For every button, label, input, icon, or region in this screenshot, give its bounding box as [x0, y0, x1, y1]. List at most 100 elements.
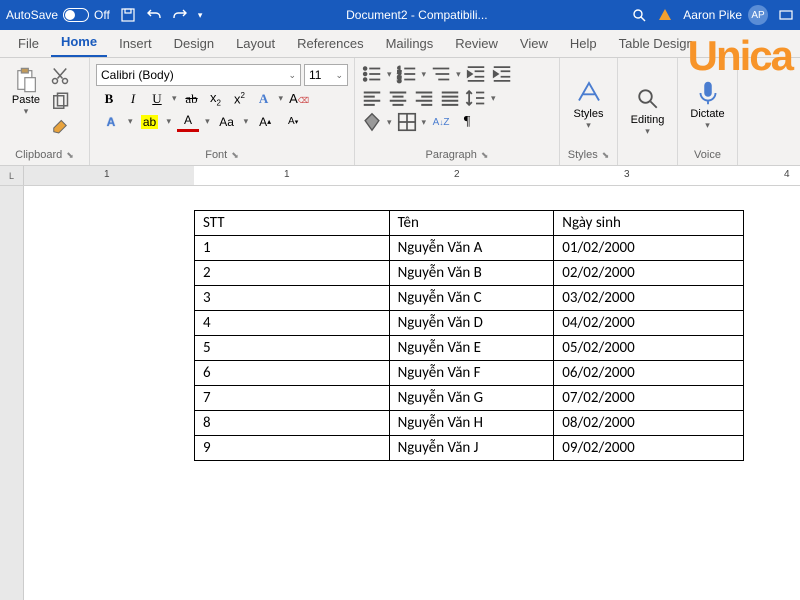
table-cell[interactable]: Nguyễn Văn A	[389, 236, 554, 261]
shrink-font-button[interactable]: A▾	[282, 112, 304, 132]
table-cell[interactable]: 01/02/2000	[554, 236, 744, 261]
tab-mailings[interactable]: Mailings	[376, 30, 444, 57]
show-marks-button[interactable]: ¶	[456, 112, 478, 132]
table-header-row[interactable]: STTTênNgày sinh	[195, 211, 744, 236]
tab-design[interactable]: Design	[164, 30, 224, 57]
superscript-button[interactable]: x2	[231, 91, 249, 107]
tab-home[interactable]: Home	[51, 28, 107, 57]
warning-icon[interactable]	[657, 7, 673, 23]
table-row[interactable]: 8Nguyễn Văn H08/02/2000	[195, 411, 744, 436]
tab-table-design[interactable]: Table Design	[609, 30, 704, 57]
user-account[interactable]: Aaron Pike AP	[683, 5, 768, 25]
table-row[interactable]: 4Nguyễn Văn D04/02/2000	[195, 311, 744, 336]
ruler-horizontal[interactable]: L 1 1 2 3 4	[0, 166, 800, 186]
table-cell[interactable]: Nguyễn Văn H	[389, 411, 554, 436]
table-cell[interactable]: 9	[195, 436, 390, 461]
decrease-indent-button[interactable]	[465, 64, 487, 84]
bold-button[interactable]: B	[100, 91, 118, 107]
clipboard-launcher-icon[interactable]: ⬊	[66, 150, 74, 161]
grow-font-button[interactable]: A▴	[254, 112, 276, 132]
align-center-button[interactable]	[387, 88, 409, 108]
tab-help[interactable]: Help	[560, 30, 607, 57]
cut-icon[interactable]	[50, 66, 70, 86]
table-cell[interactable]: Nguyễn Văn F	[389, 361, 554, 386]
highlight-button[interactable]: ab	[139, 112, 161, 132]
tab-view[interactable]: View	[510, 30, 558, 57]
table-cell[interactable]: 03/02/2000	[554, 286, 744, 311]
undo-icon[interactable]	[146, 7, 162, 23]
table-row[interactable]: 7Nguyễn Văn G07/02/2000	[195, 386, 744, 411]
text-effects-button[interactable]: A	[255, 91, 273, 107]
editing-button[interactable]: Editing ▾	[624, 62, 671, 159]
table-cell[interactable]: 8	[195, 411, 390, 436]
table-row[interactable]: 6Nguyễn Văn F06/02/2000	[195, 361, 744, 386]
tab-references[interactable]: References	[287, 30, 373, 57]
bullets-button[interactable]	[361, 64, 383, 84]
table-cell[interactable]: Nguyễn Văn E	[389, 336, 554, 361]
autosave-toggle[interactable]: AutoSave Off	[6, 8, 110, 22]
styles-launcher-icon[interactable]: ⬊	[602, 150, 610, 161]
table-cell[interactable]: 06/02/2000	[554, 361, 744, 386]
format-painter-icon[interactable]	[50, 118, 70, 138]
ribbon-display-icon[interactable]	[778, 7, 794, 23]
table-row[interactable]: 1Nguyễn Văn A01/02/2000	[195, 236, 744, 261]
search-icon[interactable]	[631, 7, 647, 23]
page[interactable]: STTTênNgày sinh1Nguyễn Văn A01/02/20002N…	[24, 186, 800, 600]
table-row[interactable]: 2Nguyễn Văn B02/02/2000	[195, 261, 744, 286]
align-right-button[interactable]	[413, 88, 435, 108]
redo-icon[interactable]	[172, 7, 188, 23]
shading-button[interactable]	[361, 112, 383, 132]
align-left-button[interactable]	[361, 88, 383, 108]
table-cell[interactable]: 05/02/2000	[554, 336, 744, 361]
table-cell[interactable]: 1	[195, 236, 390, 261]
table-cell[interactable]: Nguyễn Văn C	[389, 286, 554, 311]
table-cell[interactable]: Nguyễn Văn B	[389, 261, 554, 286]
font-name-select[interactable]: Calibri (Body)⌄	[96, 64, 301, 86]
table-cell[interactable]: 7	[195, 386, 390, 411]
numbering-button[interactable]: 123	[396, 64, 418, 84]
underline-button[interactable]: U	[148, 91, 166, 107]
change-case-button[interactable]: Aa	[216, 112, 238, 132]
table-row[interactable]: 5Nguyễn Văn E05/02/2000	[195, 336, 744, 361]
tab-file[interactable]: File	[8, 30, 49, 57]
italic-button[interactable]: I	[124, 91, 142, 107]
paragraph-launcher-icon[interactable]: ⬊	[481, 150, 489, 161]
table-cell[interactable]: 4	[195, 311, 390, 336]
table-header-cell[interactable]: Tên	[389, 211, 554, 236]
tab-layout[interactable]: Layout	[226, 30, 285, 57]
save-icon[interactable]	[120, 7, 136, 23]
table-cell[interactable]: Nguyễn Văn D	[389, 311, 554, 336]
borders-button[interactable]	[396, 112, 418, 132]
table-header-cell[interactable]: STT	[195, 211, 390, 236]
table-cell[interactable]: 07/02/2000	[554, 386, 744, 411]
qat-customize-icon[interactable]: ▾	[198, 10, 203, 21]
table-cell[interactable]: 09/02/2000	[554, 436, 744, 461]
font-color-button[interactable]: A	[177, 112, 199, 132]
table-cell[interactable]: 02/02/2000	[554, 261, 744, 286]
table-cell[interactable]: 04/02/2000	[554, 311, 744, 336]
dictate-button[interactable]: Dictate ▾	[684, 62, 731, 147]
multilevel-button[interactable]	[430, 64, 452, 84]
table-cell[interactable]: 08/02/2000	[554, 411, 744, 436]
tab-insert[interactable]: Insert	[109, 30, 162, 57]
table-cell[interactable]: 5	[195, 336, 390, 361]
clear-format-button[interactable]: A⌫	[289, 91, 307, 107]
ruler-vertical[interactable]	[0, 186, 24, 600]
increase-indent-button[interactable]	[491, 64, 513, 84]
styles-button[interactable]: Styles ▾	[566, 62, 611, 147]
font-launcher-icon[interactable]: ⬊	[231, 150, 239, 161]
line-spacing-button[interactable]	[465, 88, 487, 108]
text-outline-button[interactable]: A	[100, 112, 122, 132]
paste-button[interactable]: Paste ▾	[6, 62, 46, 147]
table-cell[interactable]: Nguyễn Văn J	[389, 436, 554, 461]
table-cell[interactable]: Nguyễn Văn G	[389, 386, 554, 411]
subscript-button[interactable]: x2	[207, 90, 225, 108]
tab-review[interactable]: Review	[445, 30, 508, 57]
table-row[interactable]: 3Nguyễn Văn C03/02/2000	[195, 286, 744, 311]
table-cell[interactable]: 2	[195, 261, 390, 286]
justify-button[interactable]	[439, 88, 461, 108]
copy-icon[interactable]	[50, 92, 70, 112]
table-cell[interactable]: 6	[195, 361, 390, 386]
sort-button[interactable]: A↓Z	[430, 112, 452, 132]
data-table[interactable]: STTTênNgày sinh1Nguyễn Văn A01/02/20002N…	[194, 210, 744, 461]
